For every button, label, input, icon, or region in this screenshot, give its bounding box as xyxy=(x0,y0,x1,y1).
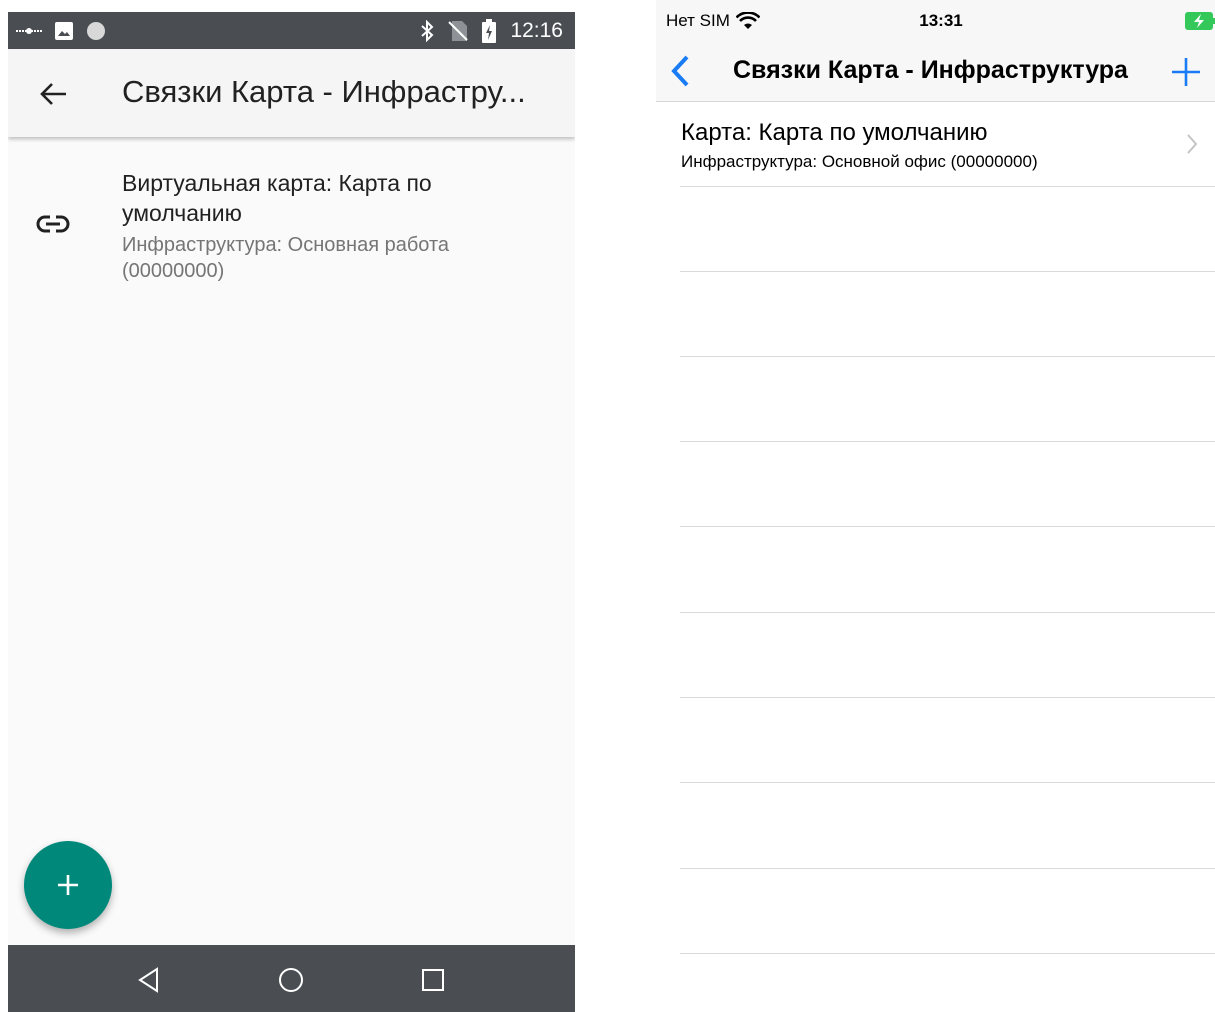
android-navigation-bar xyxy=(8,945,575,1012)
row-separator xyxy=(680,612,1215,613)
row-title: Карта: Карта по умолчанию xyxy=(681,119,988,146)
list-item-title: Виртуальная карта: Карта по умолчанию xyxy=(122,170,432,226)
chevron-left-icon[interactable] xyxy=(668,54,692,88)
row-subtitle: Инфраструктура: Основной офис (00000000) xyxy=(681,152,1038,171)
row-separator xyxy=(680,271,1215,272)
image-icon xyxy=(55,22,73,40)
back-arrow-icon[interactable] xyxy=(36,76,72,112)
row-separator xyxy=(680,697,1215,698)
android-screen: 12:16 Связки Карта - Инфрастру... Виртуа… xyxy=(8,12,575,1012)
ethernet-icon xyxy=(16,28,42,34)
row-separator xyxy=(680,782,1215,783)
no-sim-icon xyxy=(448,21,469,41)
page-title: Связки Карта - Инфрастру... xyxy=(122,74,526,109)
battery-charging-icon xyxy=(1185,12,1215,30)
row-separator xyxy=(680,526,1215,527)
row-separator xyxy=(680,441,1215,442)
chevron-right-icon xyxy=(1187,134,1198,154)
page-title: Связки Карта - Инфраструктура xyxy=(733,56,1128,84)
table-row[interactable]: Карта: Карта по умолчанию Инфраструктура… xyxy=(656,103,1215,187)
side-by-side-screens: 12:16 Связки Карта - Инфрастру... Виртуа… xyxy=(0,0,1215,1012)
android-clock: 12:16 xyxy=(510,19,563,42)
battery-charging-icon xyxy=(482,19,497,43)
list-item[interactable]: Виртуальная карта: Карта по умолчанию Ин… xyxy=(8,162,575,302)
ios-navigation-bar: Связки Карта - Инфраструктура xyxy=(656,44,1215,102)
ios-status-bar: Нет SIM 13:31 xyxy=(656,0,1215,44)
row-separator xyxy=(680,953,1215,954)
ios-screen: Нет SIM 13:31 Связки Карта - Инфраструкт… xyxy=(656,0,1215,1012)
android-status-bar: 12:16 xyxy=(8,12,575,49)
row-separator xyxy=(680,186,1215,187)
ios-clock: 13:31 xyxy=(919,11,963,30)
link-icon xyxy=(36,214,70,234)
android-app-bar: Связки Карта - Инфрастру... xyxy=(8,49,575,137)
recents-square-icon[interactable] xyxy=(418,965,448,995)
row-separator xyxy=(680,868,1215,869)
plus-icon[interactable] xyxy=(1170,56,1202,88)
bluetooth-icon xyxy=(421,20,434,42)
plus-icon xyxy=(58,875,78,895)
list-item-subtitle: Инфраструктура: Основная работа (0000000… xyxy=(122,234,450,282)
row-separator xyxy=(680,356,1215,357)
add-fab-button[interactable] xyxy=(24,841,112,929)
back-triangle-icon[interactable] xyxy=(134,965,164,995)
circle-status-icon xyxy=(87,22,105,40)
home-circle-icon[interactable] xyxy=(276,965,306,995)
